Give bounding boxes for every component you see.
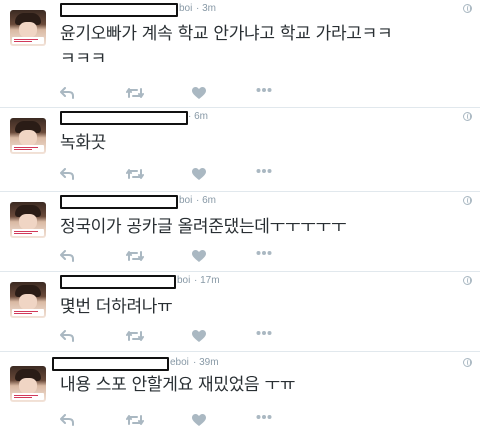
tweet-actions — [60, 330, 300, 346]
heart-icon[interactable] — [192, 87, 208, 103]
tweet-handle[interactable]: eboi — [170, 357, 189, 368]
heart-icon[interactable] — [192, 168, 208, 184]
heart-icon[interactable] — [192, 250, 208, 266]
tweet[interactable]: boi · 3m 윤기오빠가 계속 학교 안가냐고 학교 가라고ㅋㅋ ㅋㅋㅋ — [0, 0, 480, 108]
retweet-icon[interactable] — [126, 87, 144, 103]
tweet-time[interactable]: · 17m — [194, 275, 220, 286]
tweet-text-line: 녹화끗 — [60, 133, 107, 153]
redacted-username — [60, 195, 178, 209]
redacted-username — [60, 111, 188, 125]
tweet-time[interactable]: · 3m — [196, 3, 216, 14]
retweet-icon[interactable] — [126, 330, 144, 346]
redacted-username — [52, 357, 169, 371]
tweet-handle[interactable]: boi — [177, 275, 190, 286]
reply-icon[interactable] — [60, 250, 76, 266]
avatar[interactable] — [10, 202, 46, 238]
tweet-text-line: 윤기오빠가 계속 학교 안가냐고 학교 가라고ㅋㅋ — [60, 24, 393, 44]
tweet-text-line: ㅋㅋㅋ — [60, 49, 107, 69]
tweet[interactable]: boi · 17m 몇번 더하려나ㅠ — [0, 272, 480, 352]
globe-icon — [463, 112, 472, 121]
tweet-time[interactable]: · 6m — [196, 195, 216, 206]
tweet-text: 윤기오빠가 계속 학교 안가냐고 학교 가라고ㅋㅋ ㅋㅋㅋ — [60, 22, 470, 72]
avatar[interactable] — [10, 282, 46, 318]
globe-icon — [463, 358, 472, 367]
redacted-username — [60, 275, 176, 289]
tweet-text-line: 정국이가 공카글 올려준댔는데ㅜㅜㅜㅜㅜ — [60, 217, 347, 237]
globe-icon — [463, 276, 472, 285]
more-icon[interactable] — [256, 250, 272, 266]
avatar[interactable] — [10, 366, 46, 402]
avatar[interactable] — [10, 10, 46, 46]
more-icon[interactable] — [256, 87, 272, 103]
tweet-actions — [60, 414, 300, 430]
tweet-time[interactable]: · 6m — [188, 111, 208, 122]
more-icon[interactable] — [256, 168, 272, 184]
tweet-time[interactable]: · 39m — [193, 357, 219, 368]
tweet[interactable]: · 6m 녹화끗 — [0, 108, 480, 192]
reply-icon[interactable] — [60, 168, 76, 184]
tweet-text-line: 몇번 더하려나ㅠ — [60, 297, 173, 317]
globe-icon — [463, 4, 472, 13]
tweet-handle[interactable]: boi — [179, 195, 192, 206]
tweet-actions — [60, 87, 300, 103]
heart-icon[interactable] — [192, 330, 208, 346]
retweet-icon[interactable] — [126, 250, 144, 266]
tweet-handle[interactable]: boi — [179, 3, 192, 14]
tweet-text: 정국이가 공카글 올려준댔는데ㅜㅜㅜㅜㅜ — [60, 215, 470, 240]
tweet[interactable]: boi · 6m 정국이가 공카글 올려준댔는데ㅜㅜㅜㅜㅜ — [0, 192, 480, 272]
retweet-icon[interactable] — [126, 168, 144, 184]
more-icon[interactable] — [256, 330, 272, 346]
tweet-text: 내용 스포 안할게요 재밌었음 ㅜㅠ — [60, 373, 470, 398]
tweet-feed: boi · 3m 윤기오빠가 계속 학교 안가냐고 학교 가라고ㅋㅋ ㅋㅋㅋ ·… — [0, 0, 480, 434]
heart-icon[interactable] — [192, 414, 208, 430]
more-icon[interactable] — [256, 414, 272, 430]
tweet-actions — [60, 250, 300, 266]
tweet-text: 몇번 더하려나ㅠ — [60, 295, 470, 320]
avatar[interactable] — [10, 118, 46, 154]
redacted-username — [60, 3, 178, 17]
reply-icon[interactable] — [60, 330, 76, 346]
tweet-text: 녹화끗 — [60, 131, 470, 156]
reply-icon[interactable] — [60, 414, 76, 430]
reply-icon[interactable] — [60, 87, 76, 103]
tweet-text-line: 내용 스포 안할게요 재밌었음 ㅜㅠ — [60, 375, 296, 395]
retweet-icon[interactable] — [126, 414, 144, 430]
globe-icon — [463, 196, 472, 205]
tweet-actions — [60, 168, 300, 184]
tweet[interactable]: eboi · 39m 내용 스포 안할게요 재밌었음 ㅜㅠ — [0, 352, 480, 434]
